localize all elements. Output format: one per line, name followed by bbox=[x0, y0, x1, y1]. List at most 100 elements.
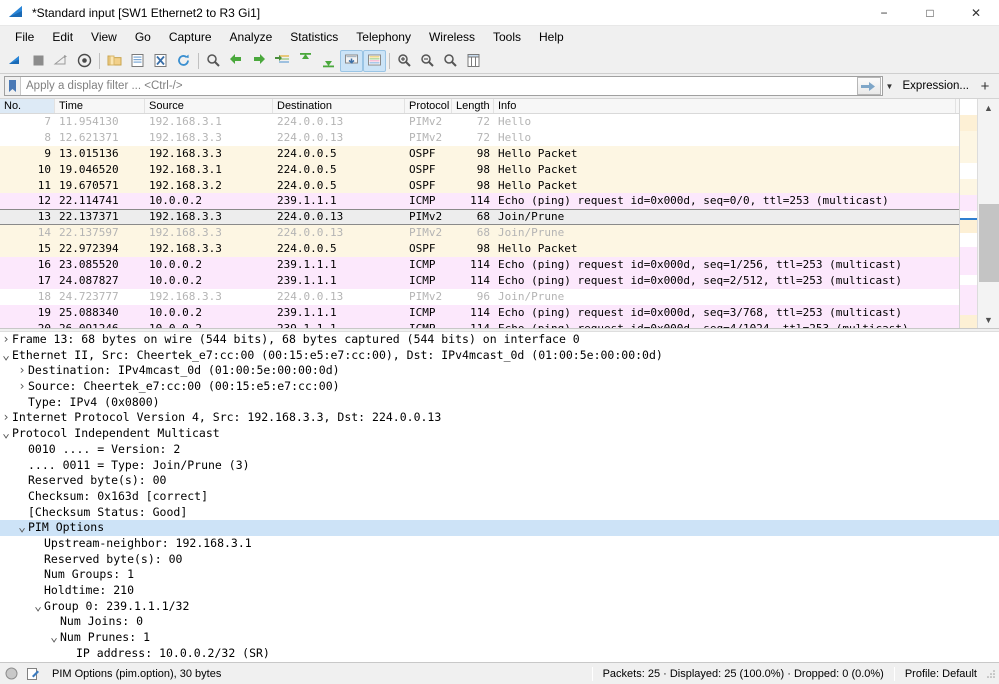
packet-row[interactable]: 13 22.137371 192.168.3.3 224.0.0.13 PIMv2 68 J… bbox=[0, 209, 999, 226]
menu-view[interactable]: View bbox=[82, 28, 126, 46]
filter-expression-button[interactable]: Expression... bbox=[897, 80, 975, 92]
add-filter-button[interactable]: + bbox=[975, 78, 995, 95]
detail-tree-row[interactable]: ⌄ Group 0: 239.1.1.1/32 bbox=[0, 599, 999, 615]
go-forward-icon[interactable] bbox=[248, 50, 271, 72]
packet-row[interactable]: 2026.09124610.0.0.2239.1.1.1ICMP114Echo … bbox=[0, 320, 999, 328]
capture-options-icon[interactable] bbox=[73, 50, 96, 72]
detail-tree-row[interactable]: .... 0011 = Type: Join/Prune (3) bbox=[0, 458, 999, 474]
scrollbar-track[interactable] bbox=[978, 116, 999, 311]
packet-list-minimap[interactable] bbox=[959, 99, 977, 328]
packet-row[interactable]: 7 11.954130 192.168.3.1 224.0.0.13 PIMv2 72 He… bbox=[0, 114, 999, 130]
packet-row[interactable]: 15 22.972394 192.168.3.3 224.0.0.5 OSPF 98 Hel… bbox=[0, 241, 999, 258]
menu-file[interactable]: File bbox=[6, 28, 43, 46]
resize-grip[interactable] bbox=[985, 668, 997, 680]
status-profile[interactable]: Profile: Default bbox=[901, 668, 981, 680]
go-first-packet-icon[interactable] bbox=[294, 50, 317, 72]
detail-tree-row[interactable]: [Checksum Status: Good] bbox=[0, 505, 999, 521]
go-last-packet-icon[interactable] bbox=[317, 50, 340, 72]
scrollbar-thumb[interactable] bbox=[978, 204, 999, 282]
open-file-icon[interactable] bbox=[103, 50, 126, 72]
packet-row[interactable]: 16 23.085520 10.0.0.2 239.1.1.1 ICMP 114 Echo … bbox=[0, 257, 999, 274]
packet-row[interactable]: 11 19.670571 192.168.3.2 224.0.0.5 OSPF 98 Hel… bbox=[0, 177, 999, 194]
menu-tools[interactable]: Tools bbox=[484, 28, 530, 46]
detail-tree-row[interactable]: ⌄ Num Prunes: 1 bbox=[0, 630, 999, 646]
chevron-down-icon[interactable]: ⌄ bbox=[48, 631, 60, 644]
auto-scroll-icon[interactable] bbox=[340, 49, 363, 72]
chevron-right-icon[interactable]: › bbox=[0, 332, 12, 348]
detail-tree-row[interactable]: Reserved byte(s): 00 bbox=[0, 473, 999, 489]
packet-row[interactable]: 12 22.114741 10.0.0.2 239.1.1.1 ICMP 114 Echo … bbox=[0, 193, 999, 210]
zoom-out-icon[interactable] bbox=[416, 50, 439, 72]
reload-file-icon[interactable] bbox=[172, 50, 195, 72]
menu-statistics[interactable]: Statistics bbox=[281, 28, 347, 46]
detail-tree-row[interactable]: › Internet Protocol Version 4, Src: 192.1… bbox=[0, 410, 999, 426]
menu-help[interactable]: Help bbox=[530, 28, 573, 46]
packet-row[interactable]: 14 22.137597 192.168.3.3 224.0.0.13 PIMv2 68 J… bbox=[0, 225, 999, 242]
detail-tree-row[interactable]: Reserved byte(s): 00 bbox=[0, 552, 999, 568]
detail-tree-row[interactable]: Checksum: 0x163d [correct] bbox=[0, 489, 999, 505]
menu-wireless[interactable]: Wireless bbox=[420, 28, 484, 46]
detail-tree-row[interactable]: › Source: Cheertek_e7:cc:00 (00:15:e5:e7:… bbox=[0, 379, 999, 395]
detail-tree-row[interactable]: 0010 .... = Version: 2 bbox=[0, 442, 999, 458]
packet-row[interactable]: 9 13.015136 192.168.3.3 224.0.0.5 OSPF 98 Hell… bbox=[0, 145, 999, 162]
detail-tree-row[interactable]: Num Joins: 0 bbox=[0, 614, 999, 630]
detail-tree-row[interactable]: Holdtime: 210 bbox=[0, 583, 999, 599]
capture-comment-icon[interactable] bbox=[22, 665, 44, 683]
chevron-down-icon[interactable]: ⌄ bbox=[0, 427, 12, 440]
maximize-button[interactable]: □ bbox=[907, 0, 953, 26]
column-header-destination[interactable]: Destination bbox=[273, 99, 405, 113]
packet-detail-pane[interactable]: › Frame 13: 68 bytes on wire (544 bits), … bbox=[0, 332, 999, 662]
close-file-icon[interactable] bbox=[149, 50, 172, 72]
go-to-packet-icon[interactable] bbox=[271, 50, 294, 72]
bookmark-icon[interactable] bbox=[5, 77, 21, 95]
menu-telephony[interactable]: Telephony bbox=[347, 28, 420, 46]
display-filter-input[interactable]: Apply a display filter ... <Ctrl-/> bbox=[4, 76, 883, 96]
detail-tree-row[interactable]: ⌄ PIM Options bbox=[0, 520, 999, 536]
minimize-button[interactable]: − bbox=[861, 0, 907, 26]
go-back-icon[interactable] bbox=[225, 50, 248, 72]
detail-tree-row[interactable]: ⌄ Protocol Independent Multicast bbox=[0, 426, 999, 442]
detail-tree-row[interactable]: Type: IPv4 (0x0800) bbox=[0, 395, 999, 411]
colorize-packets-icon[interactable] bbox=[363, 49, 386, 72]
packet-row[interactable]: 19 25.088340 10.0.0.2 239.1.1.1 ICMP 114 Echo … bbox=[0, 304, 999, 321]
resize-columns-icon[interactable] bbox=[462, 50, 485, 72]
close-button[interactable]: ✕ bbox=[953, 0, 999, 26]
chevron-down-icon[interactable]: ⌄ bbox=[16, 521, 28, 534]
scroll-down-icon[interactable]: ▼ bbox=[978, 311, 999, 328]
packet-list[interactable]: No. Time Source Destination Protocol Length In… bbox=[0, 98, 999, 328]
menu-go[interactable]: Go bbox=[126, 28, 160, 46]
detail-tree-row[interactable]: Upstream-neighbor: 192.168.3.1 bbox=[0, 536, 999, 552]
column-header-length[interactable]: Length bbox=[452, 99, 494, 113]
find-packet-icon[interactable] bbox=[202, 50, 225, 72]
column-header-no[interactable]: No. bbox=[0, 99, 55, 113]
column-header-info[interactable]: Info bbox=[494, 99, 956, 113]
packet-row[interactable]: 18 24.723777 192.168.3.3 224.0.0.13 PIMv2 96 J… bbox=[0, 288, 999, 305]
chevron-right-icon[interactable]: › bbox=[16, 379, 28, 395]
column-header-protocol[interactable]: Protocol bbox=[405, 99, 452, 113]
detail-tree-row[interactable]: Num Groups: 1 bbox=[0, 567, 999, 583]
detail-tree-row[interactable]: › Frame 13: 68 bytes on wire (544 bits), … bbox=[0, 332, 999, 348]
stop-capture-icon[interactable] bbox=[27, 50, 50, 72]
column-header-source[interactable]: Source bbox=[145, 99, 273, 113]
detail-tree-row[interactable]: IP address: 10.0.0.2/32 (SR) bbox=[0, 646, 999, 662]
detail-tree-row[interactable]: › Destination: IPv4mcast_0d (01:00:5e:00:… bbox=[0, 363, 999, 379]
chevron-down-icon[interactable]: ⌄ bbox=[0, 349, 12, 362]
zoom-in-icon[interactable] bbox=[393, 50, 416, 72]
menu-edit[interactable]: Edit bbox=[43, 28, 82, 46]
menu-capture[interactable]: Capture bbox=[160, 28, 221, 46]
menu-analyze[interactable]: Analyze bbox=[221, 28, 282, 46]
chevron-right-icon[interactable]: › bbox=[16, 363, 28, 379]
zoom-reset-icon[interactable] bbox=[439, 50, 462, 72]
packet-row[interactable]: 10 19.046520 192.168.3.1 224.0.0.5 OSPF 98 Hel… bbox=[0, 161, 999, 178]
packet-row[interactable]: 8 12.621371 192.168.3.3 224.0.0.13 PIMv2 72 He… bbox=[0, 129, 999, 146]
packet-list-body[interactable]: 7 11.954130 192.168.3.1 224.0.0.13 PIMv2 72 He… bbox=[0, 114, 999, 328]
start-capture-icon[interactable] bbox=[4, 50, 27, 72]
save-file-icon[interactable] bbox=[126, 50, 149, 72]
packet-row[interactable]: 17 24.087827 10.0.0.2 239.1.1.1 ICMP 114 Echo … bbox=[0, 273, 999, 289]
expert-info-icon[interactable] bbox=[0, 665, 22, 683]
column-header-time[interactable]: Time bbox=[55, 99, 145, 113]
restart-capture-icon[interactable] bbox=[50, 50, 73, 72]
filter-history-dropdown-icon[interactable]: ▼ bbox=[883, 77, 897, 95]
detail-tree-row[interactable]: ⌄ Ethernet II, Src: Cheertek_e7:cc:00 (00… bbox=[0, 348, 999, 364]
packet-list-scrollbar[interactable]: ▲ ▼ bbox=[977, 99, 999, 328]
